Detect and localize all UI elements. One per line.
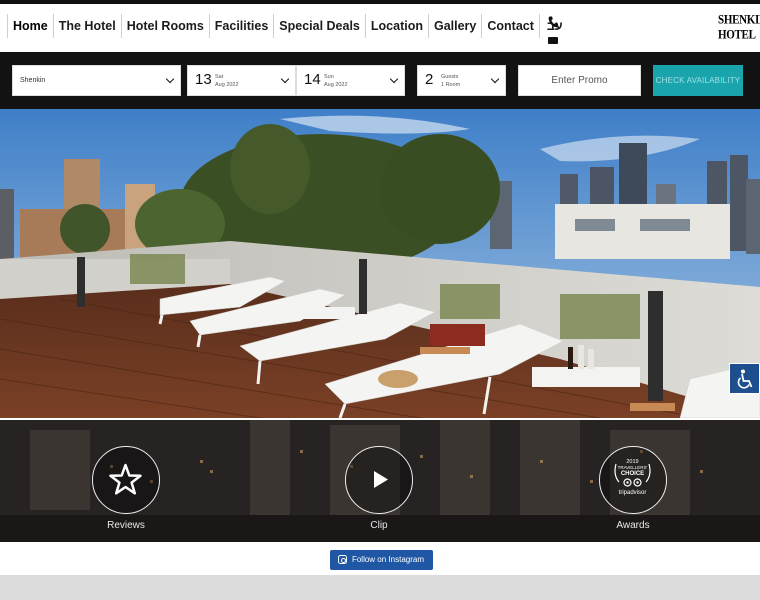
award-line-3: CHOICE — [621, 471, 644, 477]
checkout-weekday: Sun — [324, 74, 334, 80]
star-icon — [109, 463, 142, 495]
guests-sub: Guests 1 Room — [441, 73, 460, 89]
awards-label: Awards — [616, 520, 650, 531]
rooftop-terrace-photo — [0, 109, 760, 418]
follow-on-instagram-label: Follow on Instagram — [351, 555, 424, 564]
checkout-date-picker[interactable]: 14 Sun Aug 2022 — [296, 65, 405, 96]
main-nav: Home The Hotel Hotel Rooms Facilities Sp… — [0, 4, 760, 52]
phone-icon[interactable] — [548, 16, 558, 28]
guests-count: 2 — [425, 71, 434, 88]
checkout-day: 14 — [304, 71, 321, 88]
nav-item-the-hotel[interactable]: The Hotel — [54, 14, 122, 38]
award-line-2: TRAVELLERS' — [618, 465, 648, 470]
awards-button[interactable]: 2019 TRAVELLERS' CHOICE tripadvisor — [599, 446, 667, 514]
checkin-weekday: Sat — [215, 74, 224, 80]
nav-item-special-deals[interactable]: Special Deals — [274, 14, 366, 38]
hotel-select[interactable]: Shenkin — [12, 65, 181, 96]
nav-menu: Home The Hotel Hotel Rooms Facilities Sp… — [7, 12, 568, 40]
logo-line-2: HOTEL — [718, 28, 756, 42]
chevron-down-icon — [490, 74, 500, 84]
clip-label: Clip — [370, 520, 388, 531]
nav-item-gallery[interactable]: Gallery — [429, 14, 483, 38]
footer-strip — [0, 575, 760, 600]
guests-label: Guests — [441, 74, 459, 80]
checkin-month-year: Aug 2022 — [215, 82, 239, 88]
nav-item-hotel-rooms[interactable]: Hotel Rooms — [122, 14, 210, 38]
check-availability-button[interactable]: CHECK AVAILABILITY — [653, 65, 743, 96]
nav-item-location[interactable]: Location — [366, 14, 429, 38]
tripadvisor-award-icon: 2019 TRAVELLERS' CHOICE tripadvisor — [614, 459, 651, 496]
checkout-sub: Sun Aug 2022 — [324, 73, 348, 89]
chevron-down-icon — [389, 74, 399, 84]
instagram-icon — [338, 555, 347, 564]
hotel-select-value: Shenkin — [20, 77, 46, 84]
clip-button[interactable] — [345, 446, 413, 514]
nav-item-facilities[interactable]: Facilities — [210, 14, 275, 38]
follow-on-instagram-button[interactable]: Follow on Instagram — [330, 550, 433, 570]
promo-input[interactable]: Enter Promo — [518, 65, 641, 96]
instagram-section: Follow on Instagram — [0, 542, 760, 575]
hero-image — [0, 109, 760, 418]
checkin-sub: Sat Aug 2022 — [215, 73, 239, 89]
award-brand: tripadvisor — [619, 490, 647, 496]
reviews-button[interactable] — [92, 446, 160, 514]
booking-bar: Shenkin 13 Sat Aug 2022 14 Sun Aug 2022 2 … — [0, 52, 760, 109]
accessibility-button[interactable] — [729, 363, 760, 394]
accessibility-icon — [737, 369, 753, 389]
contact-icons — [546, 16, 560, 50]
logo[interactable]: SHENKIN HOTEL — [718, 12, 760, 49]
checkin-date-picker[interactable]: 13 Sat Aug 2022 — [187, 65, 296, 96]
mail-icon[interactable] — [548, 37, 558, 44]
chevron-down-icon — [280, 74, 290, 84]
nav-item-contact[interactable]: Contact — [482, 14, 540, 38]
logo-line-1: SHENKIN — [718, 13, 760, 27]
guests-select[interactable]: 2 Guests 1 Room — [417, 65, 506, 96]
chevron-down-icon — [165, 74, 175, 84]
play-icon — [374, 471, 388, 488]
checkout-month-year: Aug 2022 — [324, 82, 348, 88]
checkin-day: 13 — [195, 71, 212, 88]
rooms-label: 1 Room — [441, 82, 461, 88]
reviews-label: Reviews — [107, 520, 145, 531]
nav-item-home[interactable]: Home — [7, 14, 54, 38]
